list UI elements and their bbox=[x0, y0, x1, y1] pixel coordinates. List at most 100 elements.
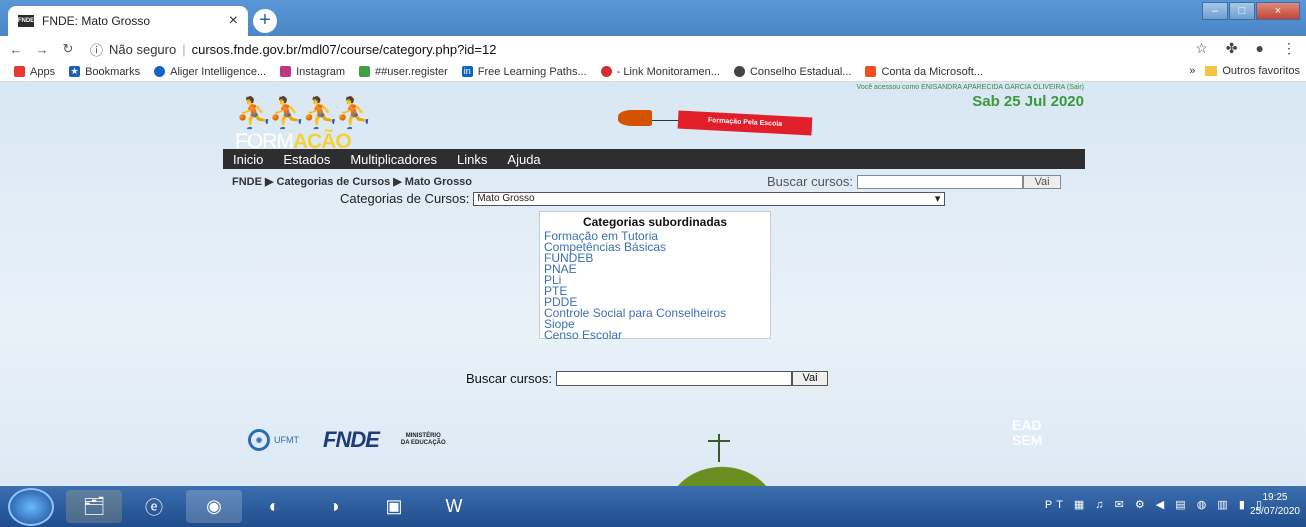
logged-user[interactable]: Você acessou como ENISANDRA APARECIDA GA… bbox=[857, 84, 1084, 91]
browser-titlebar: FNDE FNDE: Mato Grosso × + – □ × bbox=[0, 0, 1306, 36]
info-icon[interactable]: ⓘ bbox=[90, 40, 103, 59]
edge-taskbar-icon[interactable]: ◐ bbox=[246, 490, 302, 523]
bottom-search: Buscar cursos: Vai bbox=[466, 371, 828, 386]
menu-estados[interactable]: Estados bbox=[273, 152, 340, 167]
word-taskbar-icon[interactable]: W bbox=[426, 490, 482, 523]
footer-logos: ◉ UFMT FNDE MINISTÉRIO DA EDUCAÇÃO bbox=[248, 427, 446, 453]
current-date: Sab 25 Jul 2020 bbox=[972, 93, 1084, 110]
microsoft-icon bbox=[865, 66, 877, 77]
bookmarks-overflow-button[interactable]: » bbox=[1189, 65, 1195, 77]
bookmark-linkedin[interactable]: in Free Learning Paths... bbox=[461, 66, 587, 78]
banner-rope bbox=[652, 120, 678, 121]
url-text[interactable]: cursos.fnde.gov.br/mdl07/course/category… bbox=[192, 42, 497, 57]
airplane-icon bbox=[618, 110, 652, 126]
ufmt-logo-icon: ◉ bbox=[248, 429, 270, 451]
toolbar-actions: ☆ ✤ ● ⋮ bbox=[1195, 40, 1296, 57]
subcategory-link[interactable]: PLi bbox=[544, 274, 766, 286]
subcategories-box: Categorias subordinadas Formação em Tuto… bbox=[539, 211, 771, 341]
tab-title: FNDE: Mato Grosso bbox=[42, 14, 151, 28]
start-button[interactable] bbox=[8, 488, 54, 526]
security-label: Não seguro bbox=[109, 41, 177, 57]
reload-icon[interactable]: ↻ bbox=[58, 41, 78, 57]
back-icon[interactable]: ← bbox=[6, 42, 26, 57]
linkedin-icon: in bbox=[461, 66, 473, 77]
bookmark-link-monitoramento[interactable]: - Link Monitoramen... bbox=[600, 66, 720, 78]
explorer-taskbar-icon[interactable]: 🗂 bbox=[66, 490, 122, 523]
bookmark-user-register[interactable]: ##user.register bbox=[359, 66, 448, 78]
categories-label: Categorias de Cursos: bbox=[340, 191, 470, 206]
folder-icon bbox=[1205, 66, 1218, 76]
profile-avatar[interactable]: ● bbox=[1256, 40, 1264, 57]
bookmarks-right: » Outros favoritos bbox=[1189, 65, 1300, 77]
mec-logo: MINISTÉRIO DA EDUCAÇÃO bbox=[400, 433, 446, 446]
star-icon: ★ bbox=[69, 66, 81, 77]
fnde-logo: FNDE bbox=[323, 427, 380, 452]
window-controls: – □ × bbox=[1201, 2, 1300, 20]
bookmark-instagram[interactable]: Instagram bbox=[280, 66, 345, 78]
search-button[interactable]: Vai bbox=[1022, 174, 1061, 189]
bookmark-apps[interactable]: Apps bbox=[14, 66, 55, 78]
close-tab-icon[interactable]: × bbox=[229, 12, 238, 30]
chrome-taskbar-icon[interactable]: ◉ bbox=[186, 490, 242, 523]
address-bar[interactable]: ⓘ Não seguro | cursos.fnde.gov.br/mdl07/… bbox=[90, 40, 496, 59]
forward-icon[interactable]: → bbox=[32, 42, 52, 57]
plane-banner: Formação Pela Escola bbox=[618, 106, 828, 136]
browser-toolbar: ← → ↻ ⓘ Não seguro | cursos.fnde.gov.br/… bbox=[0, 36, 1306, 62]
subcategory-link[interactable]: Controle Social para Conselheiros bbox=[544, 307, 766, 319]
hill-illustration bbox=[652, 454, 792, 486]
signal-icon bbox=[600, 66, 612, 77]
subcategory-link[interactable]: FUNDEB bbox=[544, 252, 766, 264]
subcategory-link[interactable]: PTE bbox=[544, 285, 766, 297]
browser-tab[interactable]: FNDE FNDE: Mato Grosso × bbox=[8, 6, 248, 36]
instagram-icon bbox=[280, 66, 292, 77]
menu-multiplicadores[interactable]: Multiplicadores bbox=[340, 152, 447, 167]
ufmt-label: UFMT bbox=[274, 435, 299, 445]
top-search: Buscar cursos: Vai bbox=[767, 174, 1061, 189]
banner-text: Formação Pela Escola bbox=[677, 110, 813, 136]
fnde-favicon-icon: FNDE bbox=[18, 15, 34, 27]
aliger-icon bbox=[154, 66, 166, 77]
bookmark-microsoft[interactable]: Conta da Microsoft... bbox=[865, 66, 983, 78]
maximize-button[interactable]: □ bbox=[1229, 2, 1255, 20]
new-tab-button[interactable]: + bbox=[253, 9, 277, 33]
menu-links[interactable]: Links bbox=[447, 152, 497, 167]
clock[interactable]: 19:25 25/07/2020 bbox=[1250, 491, 1300, 519]
apps-icon bbox=[14, 66, 25, 77]
menu-inicio[interactable]: Inicio bbox=[223, 152, 273, 167]
pdf-taskbar-icon[interactable]: ▣ bbox=[366, 490, 422, 523]
bookmarks-bar: Apps ★ Bookmarks Aliger Intelligence... I… bbox=[0, 62, 1306, 82]
search-input[interactable] bbox=[856, 174, 1023, 189]
main-menu: Inicio Estados Multiplicadores Links Aju… bbox=[223, 149, 1085, 169]
clock-date: 25/07/2020 bbox=[1249, 506, 1300, 517]
logo-dots-icon: · · · bbox=[335, 102, 371, 113]
menu-icon[interactable]: ⋮ bbox=[1282, 40, 1296, 57]
firefox-taskbar-icon[interactable]: ◑ bbox=[306, 490, 362, 523]
minimize-button[interactable]: – bbox=[1202, 2, 1228, 20]
extensions-icon[interactable]: ✤ bbox=[1226, 40, 1238, 57]
url-separator: | bbox=[182, 41, 186, 57]
windows-taskbar: 🗂 ⓔ ◉ ◐ ◑ ▣ W PT ▦ ♫ ✉ ⚙ ◀ ▤ ◍ ▥ ▮ ▯ 19:… bbox=[0, 486, 1306, 527]
category-select[interactable]: Mato Grosso bbox=[473, 191, 946, 206]
other-bookmarks[interactable]: Outros favoritos bbox=[1222, 65, 1300, 77]
menu-ajuda[interactable]: Ajuda bbox=[497, 152, 550, 167]
web-page: ⛹⛹⛹⛹ · · · FORMAÇÃO Formação Pela Escola… bbox=[0, 82, 1306, 486]
gear-icon bbox=[359, 66, 371, 77]
tray-lang[interactable]: PT bbox=[1045, 499, 1067, 511]
subcategories-title: Categorias subordinadas bbox=[582, 215, 728, 229]
breadcrumb[interactable]: FNDE ▶ Categorias de Cursos ▶ Mato Gross… bbox=[232, 175, 472, 188]
star-icon[interactable]: ☆ bbox=[1195, 40, 1208, 57]
category-selector: Categorias de Cursos: Mato Grosso bbox=[340, 191, 946, 206]
close-window-button[interactable]: × bbox=[1256, 2, 1300, 20]
search-input[interactable] bbox=[555, 371, 792, 386]
ie-taskbar-icon[interactable]: ⓔ bbox=[126, 490, 182, 523]
subcategory-link[interactable]: Censo Escolar bbox=[544, 329, 766, 341]
search-button[interactable]: Vai bbox=[791, 371, 828, 386]
bookmark-bookmarks[interactable]: ★ Bookmarks bbox=[69, 66, 140, 78]
search-label: Buscar cursos: bbox=[466, 371, 552, 386]
bookmark-conselho[interactable]: Conselho Estadual... bbox=[733, 66, 851, 78]
search-label: Buscar cursos: bbox=[767, 174, 853, 189]
subcategory-link[interactable]: PNAE bbox=[544, 263, 766, 275]
ead-sem-logo: EAD SEM bbox=[1012, 417, 1043, 448]
clock-time: 19:25 bbox=[1262, 492, 1288, 503]
bookmark-aliger[interactable]: Aliger Intelligence... bbox=[154, 66, 266, 78]
